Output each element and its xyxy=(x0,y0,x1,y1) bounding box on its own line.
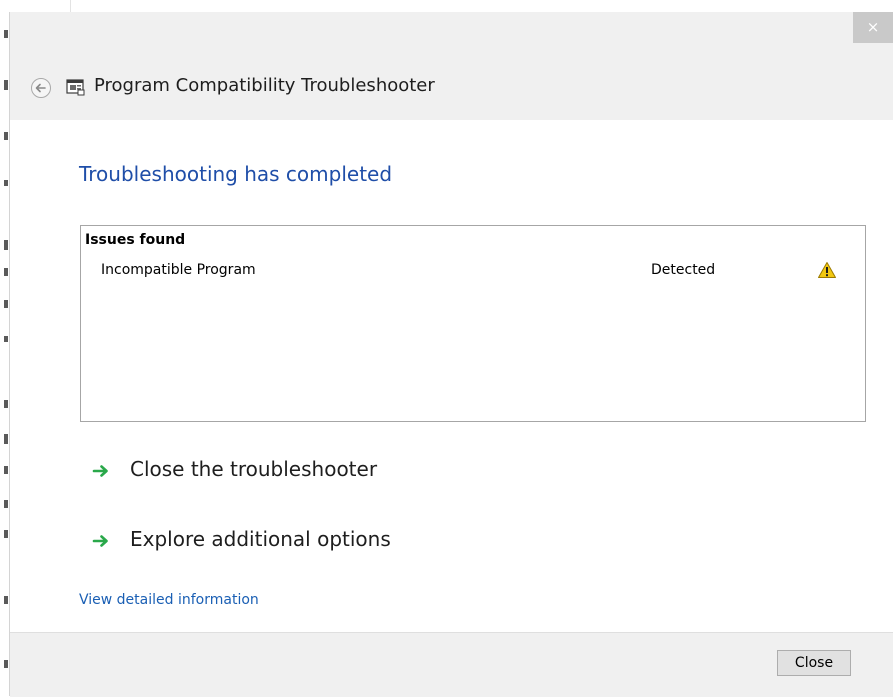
back-arrow-icon[interactable] xyxy=(31,78,51,98)
issue-row[interactable]: Incompatible Program Detected xyxy=(101,262,861,284)
dialog-header: × Program Compatibility Troubleshooter xyxy=(10,12,893,120)
view-detailed-information-link[interactable]: View detailed information xyxy=(79,592,259,608)
background-window-edge xyxy=(0,0,10,696)
command-label: Close the troubleshooter xyxy=(130,457,378,481)
window-title: Program Compatibility Troubleshooter xyxy=(94,75,435,96)
window-close-button[interactable]: × xyxy=(853,12,893,43)
dialog-footer: Close xyxy=(10,632,893,697)
troubleshooter-dialog: × Program Compatibility Troubleshooter T… xyxy=(10,12,893,697)
green-arrow-icon xyxy=(92,463,112,477)
command-label: Explore additional options xyxy=(130,527,391,551)
issues-list-header: Issues found xyxy=(85,232,186,248)
close-button[interactable]: Close xyxy=(777,650,851,676)
page-title: Troubleshooting has completed xyxy=(79,162,393,186)
dialog-content: Troubleshooting has completed Issues fou… xyxy=(10,120,893,632)
green-arrow-icon xyxy=(92,533,112,547)
issues-list: Issues found Incompatible Program Detect… xyxy=(80,225,866,422)
issue-status: Detected xyxy=(651,262,716,278)
issue-name: Incompatible Program xyxy=(101,262,256,278)
background-window-top xyxy=(10,0,71,12)
warning-icon xyxy=(817,261,837,279)
troubleshooter-app-icon xyxy=(66,77,86,97)
close-troubleshooter-command[interactable]: Close the troubleshooter xyxy=(92,455,412,485)
explore-options-command[interactable]: Explore additional options xyxy=(92,525,432,555)
